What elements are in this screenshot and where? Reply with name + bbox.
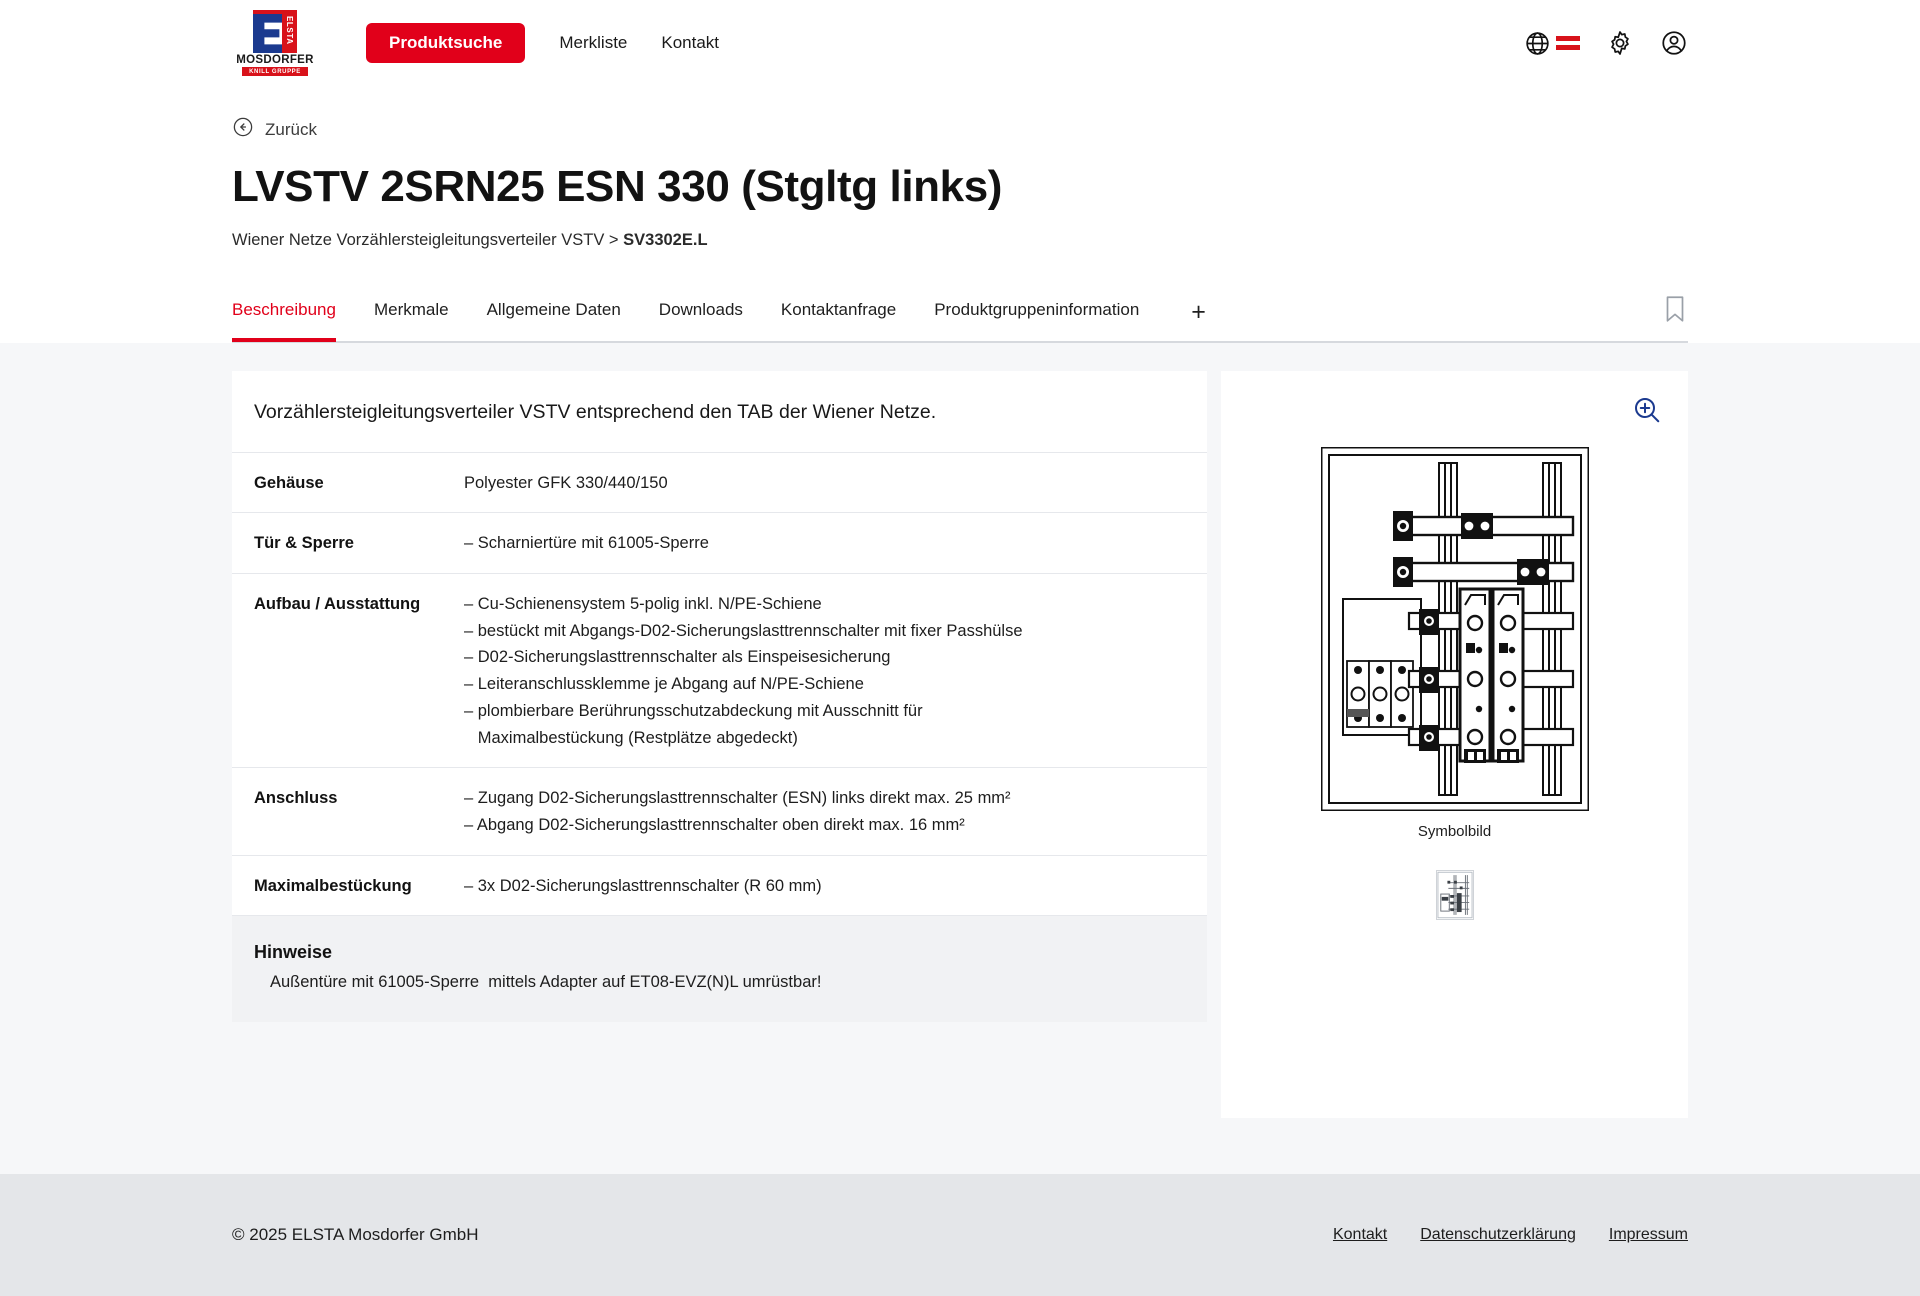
user-account-icon[interactable] xyxy=(1660,29,1688,57)
description-card: Vorzählersteigleitungsverteiler VSTV ent… xyxy=(232,370,1207,1023)
site-footer: © 2025 ELSTA Mosdorfer GmbH Kontakt Date… xyxy=(0,1174,1920,1296)
tab-beschreibung[interactable]: Beschreibung xyxy=(232,300,336,343)
spec-key: Maximalbestückung xyxy=(254,876,412,895)
media-card: Symbolbild xyxy=(1221,370,1688,1118)
spec-line: – Abgang D02-Sicherungslasttrennschalter… xyxy=(464,815,965,834)
table-row: Tür & Sperre – Scharniertüre mit 61005-S… xyxy=(232,512,1207,574)
spec-line: – plombierbare Berührungsschutzabdeckung… xyxy=(464,701,923,720)
content-area: Vorzählersteigleitungsverteiler VSTV ent… xyxy=(0,342,1920,1174)
specification-table: Gehäuse Polyester GFK 330/440/150 Tür & … xyxy=(232,452,1207,916)
copyright-text: © 2025 ELSTA Mosdorfer GmbH xyxy=(232,1225,479,1244)
tab-kontaktanfrage[interactable]: Kontaktanfrage xyxy=(781,300,896,340)
hinweise-text: Außentüre mit 61005-Sperre mittels Adapt… xyxy=(270,973,822,992)
tab-merkmale[interactable]: Merkmale xyxy=(374,300,449,340)
thumbnail-strip xyxy=(1435,869,1474,920)
brand-subtitle: KNILL GRUPPE xyxy=(242,67,308,76)
brand-name: MOSDORFER xyxy=(236,54,314,66)
arrow-left-circle-icon xyxy=(232,116,254,143)
footer-link-kontakt[interactable]: Kontakt xyxy=(1333,1226,1387,1244)
spec-value: Polyester GFK 330/440/150 xyxy=(464,452,1207,513)
bookmark-icon[interactable] xyxy=(1662,294,1688,341)
hinweise-title: Hinweise xyxy=(254,942,333,963)
language-selector[interactable] xyxy=(1524,30,1580,57)
zoom-in-icon[interactable] xyxy=(1632,395,1662,430)
brand-logo[interactable]: ELSTA MOSDORFER KNILL GRUPPE xyxy=(232,10,318,76)
breadcrumb: Wiener Netze Vorzählersteigleitungsverte… xyxy=(232,231,1688,250)
austria-flag-icon xyxy=(1556,36,1580,50)
tab-allgemeine-daten[interactable]: Allgemeine Daten xyxy=(487,300,621,340)
image-caption: Symbolbild xyxy=(1417,822,1492,840)
spec-key: Aufbau / Ausstattung xyxy=(254,594,421,613)
spec-line: – Scharniertüre mit 61005-Sperre xyxy=(464,534,709,553)
footer-link-impressum[interactable]: Impressum xyxy=(1609,1226,1688,1244)
spec-line: – D02-Sicherungslasttrennschalter als Ei… xyxy=(464,648,891,667)
back-label: Zurück xyxy=(265,119,317,139)
spec-value: – Cu-Schienensystem 5-polig inkl. N/PE-S… xyxy=(464,573,1207,767)
page-root: ELSTA MOSDORFER KNILL GRUPPE Produktsuch… xyxy=(0,0,1920,1296)
globe-icon xyxy=(1524,30,1551,57)
tab-produktgruppeninformation[interactable]: Produktgruppeninformation xyxy=(934,300,1139,340)
spec-line: – Zugang D02-Sicherungslasttrennschalter… xyxy=(464,789,1011,808)
breadcrumb-path[interactable]: Wiener Netze Vorzählersteigleitungsverte… xyxy=(232,231,623,249)
nav-merkliste[interactable]: Merkliste xyxy=(559,33,627,53)
back-button[interactable]: Zurück xyxy=(232,116,317,143)
spec-key: Tür & Sperre xyxy=(254,534,354,553)
table-row: Anschluss – Zugang D02-Sicherungslasttre… xyxy=(232,767,1207,855)
gear-icon[interactable] xyxy=(1606,29,1634,57)
spec-key: Gehäuse xyxy=(254,473,324,492)
tab-list: Beschreibung Merkmale Allgemeine Daten D… xyxy=(232,299,1206,343)
spec-line: – bestückt mit Abgangs-D02-Sicherungslas… xyxy=(464,621,1023,640)
elsta-logo-icon: ELSTA xyxy=(245,10,305,53)
title-section: Zurück LVSTV 2SRN25 ESN 330 (Stgltg link… xyxy=(0,86,1920,250)
hinweise-section: Hinweise Außentüre mit 61005-Sperre mitt… xyxy=(232,915,1207,1023)
spec-value: – 3x D02-Sicherungslasttrennschalter (R … xyxy=(464,855,1207,915)
spec-line: – Leiteranschlussklemme je Abgang auf N/… xyxy=(464,675,864,694)
spec-key: Anschluss xyxy=(254,789,338,808)
spec-value: – Zugang D02-Sicherungslasttrennschalter… xyxy=(464,768,1207,855)
footer-links: Kontakt Datenschutzerklärung Impressum xyxy=(1333,1226,1688,1244)
nav-kontakt[interactable]: Kontakt xyxy=(661,33,719,53)
nav-produktsuche[interactable]: Produktsuche xyxy=(366,23,526,63)
spec-value: – Scharniertüre mit 61005-Sperre xyxy=(464,513,1207,574)
tab-underline xyxy=(232,340,1688,343)
page-title: LVSTV 2SRN25 ESN 330 (Stgltg links) xyxy=(232,162,1003,211)
table-row: Aufbau / Ausstattung – Cu-Schienensystem… xyxy=(232,573,1207,767)
product-thumbnail[interactable] xyxy=(1435,869,1474,920)
tab-downloads[interactable]: Downloads xyxy=(659,300,743,340)
table-row: Maximalbestückung – 3x D02-Sicherungslas… xyxy=(232,855,1207,915)
footer-link-datenschutzerklaerung[interactable]: Datenschutzerklärung xyxy=(1420,1226,1576,1244)
brand-mark-text: ELSTA xyxy=(285,16,294,45)
spec-line: Polyester GFK 330/440/150 xyxy=(464,473,668,492)
description-intro: Vorzählersteigleitungsverteiler VSTV ent… xyxy=(254,400,937,423)
spec-line: Maximalbestückung (Restplätze abgedeckt) xyxy=(464,728,798,747)
header-actions xyxy=(1524,29,1688,57)
spec-line: – Cu-Schienensystem 5-polig inkl. N/PE-S… xyxy=(464,594,822,613)
breadcrumb-current: SV3302E.L xyxy=(623,230,708,249)
product-technical-drawing[interactable] xyxy=(1320,446,1589,811)
primary-navigation: Produktsuche Merkliste Kontakt xyxy=(366,23,719,63)
tab-bar: Beschreibung Merkmale Allgemeine Daten D… xyxy=(0,293,1920,343)
spec-line: – 3x D02-Sicherungslasttrennschalter (R … xyxy=(464,876,822,895)
site-header: ELSTA MOSDORFER KNILL GRUPPE Produktsuch… xyxy=(0,0,1920,86)
expand-tabs-plus-icon[interactable]: + xyxy=(1191,299,1206,341)
table-row: Gehäuse Polyester GFK 330/440/150 xyxy=(232,452,1207,513)
